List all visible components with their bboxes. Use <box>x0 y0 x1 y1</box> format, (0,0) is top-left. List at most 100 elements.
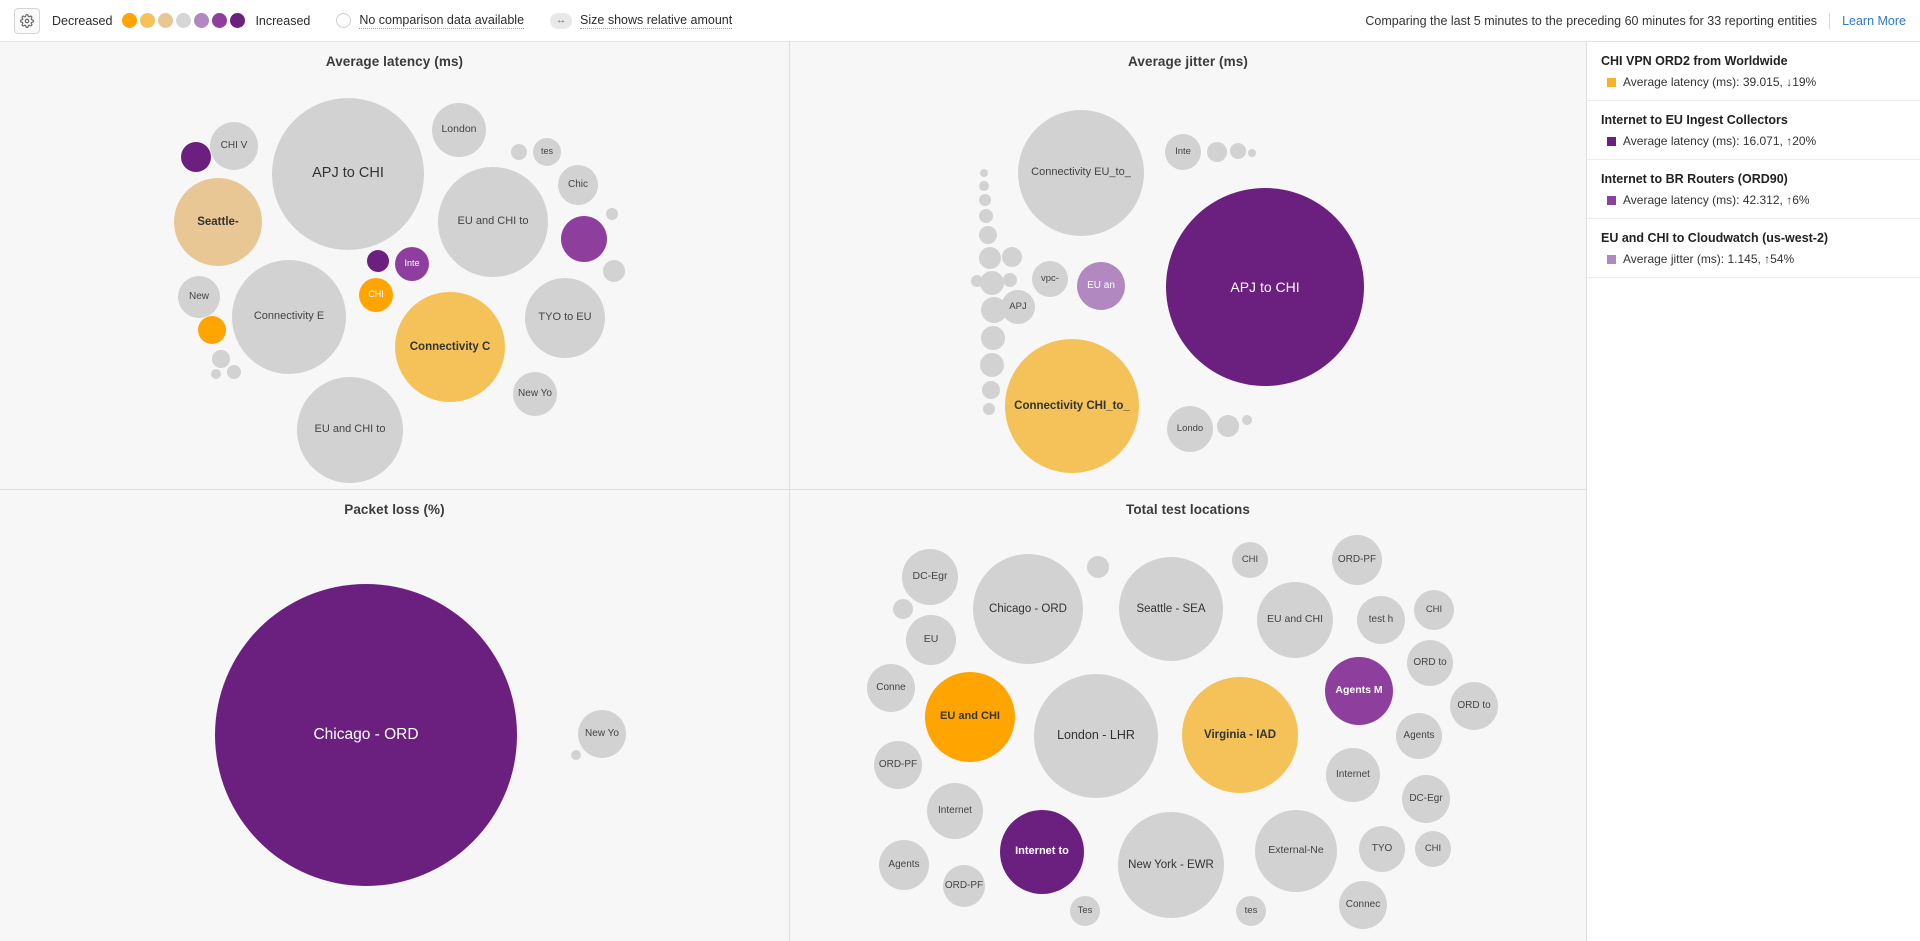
bubble-unlabeled[interactable] <box>211 369 221 379</box>
bubble[interactable]: DC-Egr <box>1402 775 1450 823</box>
bubble[interactable]: EU an <box>1077 262 1125 310</box>
bubble-unlabeled[interactable] <box>893 599 913 619</box>
bubble[interactable]: ORD to <box>1450 682 1498 730</box>
bubble-unlabeled[interactable] <box>1230 143 1246 159</box>
bubble-unlabeled[interactable] <box>979 209 993 223</box>
bubble-unlabeled[interactable] <box>367 250 389 272</box>
bubble[interactable]: APJ to CHI <box>1166 188 1364 386</box>
bubble-unlabeled[interactable] <box>980 271 1004 295</box>
bubble[interactable]: CHI V <box>210 122 258 170</box>
bubble[interactable]: Inte <box>1165 134 1201 170</box>
bubble[interactable]: EU <box>906 615 956 665</box>
bubble[interactable]: vpc- <box>1032 261 1068 297</box>
bubble-unlabeled[interactable] <box>983 403 995 415</box>
bubble-unlabeled[interactable] <box>982 381 1000 399</box>
bubble[interactable]: Connectivity CHI_to_ <box>1005 339 1139 473</box>
bubble[interactable]: APJ to CHI <box>272 98 424 250</box>
bubble[interactable]: Londo <box>1167 406 1213 452</box>
bubble[interactable]: Agents <box>1396 713 1442 759</box>
bubble[interactable]: Chicago - ORD <box>215 584 517 886</box>
bubble[interactable]: Connec <box>1339 881 1387 929</box>
bubble-label: Connectivity E <box>253 310 325 323</box>
bubble[interactable]: Tes <box>1070 896 1100 926</box>
bubble-unlabeled[interactable] <box>181 142 211 172</box>
bubble-label: CHI <box>1241 554 1259 566</box>
bubble[interactable]: External-Ne <box>1255 810 1337 892</box>
bubble[interactable]: Conne <box>867 664 915 712</box>
bubble[interactable]: ORD-PF <box>874 741 922 789</box>
bubble-unlabeled[interactable] <box>1242 415 1252 425</box>
insight-item[interactable]: CHI VPN ORD2 from Worldwide Average laten… <box>1587 42 1920 101</box>
bubble[interactable]: TYO <box>1359 826 1405 872</box>
bubble[interactable]: CHI <box>1232 542 1268 578</box>
bubble-unlabeled[interactable] <box>1003 273 1017 287</box>
bubble-unlabeled[interactable] <box>212 350 230 368</box>
bubble-unlabeled[interactable] <box>979 226 997 244</box>
bubble-unlabeled[interactable] <box>1248 149 1256 157</box>
bubble[interactable]: EU and CHI <box>1257 582 1333 658</box>
bubble-unlabeled[interactable] <box>1217 415 1239 437</box>
bubble[interactable]: ORD to <box>1407 640 1453 686</box>
bubble[interactable]: DC-Egr <box>902 549 958 605</box>
bubble-unlabeled[interactable] <box>561 216 607 262</box>
bubble[interactable]: Agents M <box>1325 657 1393 725</box>
bubble-unlabeled[interactable] <box>979 247 1001 269</box>
bubble[interactable]: EU and CHI <box>925 672 1015 762</box>
bubble[interactable]: Internet <box>927 783 983 839</box>
bubble[interactable]: Inte <box>395 247 429 281</box>
bubble-unlabeled[interactable] <box>1002 247 1022 267</box>
bubble-unlabeled[interactable] <box>979 194 991 206</box>
bubble-unlabeled[interactable] <box>971 275 983 287</box>
bubble-unlabeled[interactable] <box>980 169 988 177</box>
bubble[interactable]: ORD-PF <box>943 865 985 907</box>
bubble[interactable]: Connectivity E <box>232 260 346 374</box>
bubble[interactable]: Connectivity EU_to_ <box>1018 110 1144 236</box>
legend-no-comparison-label: No comparison data available <box>359 12 525 29</box>
bubble[interactable]: tes <box>533 138 561 166</box>
bubble-unlabeled[interactable] <box>603 260 625 282</box>
bubble-unlabeled[interactable] <box>979 181 989 191</box>
bubble[interactable]: Chic <box>558 165 598 205</box>
bubble[interactable]: test h <box>1357 596 1405 644</box>
insight-item[interactable]: Internet to BR Routers (ORD90) Average la… <box>1587 160 1920 219</box>
bubble[interactable]: Seattle - SEA <box>1119 557 1223 661</box>
bubble[interactable]: tes <box>1236 896 1266 926</box>
legend-swatch-5 <box>212 13 228 28</box>
bubble[interactable]: TYO to EU <box>525 278 605 358</box>
bubble[interactable]: Internet to <box>1000 810 1084 894</box>
bubble-unlabeled[interactable] <box>981 297 1007 323</box>
status-color-swatch <box>1607 195 1616 205</box>
bubble-unlabeled[interactable] <box>571 750 581 760</box>
bubble[interactable]: EU and CHI to <box>297 377 403 483</box>
bubble[interactable]: Virginia - IAD <box>1182 677 1298 793</box>
bubble-unlabeled[interactable] <box>511 144 527 160</box>
bubble[interactable]: New Yo <box>578 710 626 758</box>
bubble-unlabeled[interactable] <box>1207 142 1227 162</box>
bubble-unlabeled[interactable] <box>606 208 618 220</box>
bubble[interactable]: Connectivity C <box>395 292 505 402</box>
bubble-label: ORD-PF <box>878 758 918 770</box>
bubble-unlabeled[interactable] <box>198 316 226 344</box>
bubble[interactable]: CHI <box>1415 831 1451 867</box>
bubble[interactable]: Agents <box>879 840 929 890</box>
insight-item[interactable]: EU and CHI to Cloudwatch (us-west-2) Aver… <box>1587 219 1920 278</box>
bubble[interactable]: London - LHR <box>1034 674 1158 798</box>
bubble-unlabeled[interactable] <box>980 353 1004 377</box>
bubble[interactable]: New York - EWR <box>1118 812 1224 918</box>
bubble[interactable]: New <box>178 276 220 318</box>
insight-item[interactable]: Internet to EU Ingest Collectors Average … <box>1587 101 1920 160</box>
bubble[interactable]: Internet <box>1326 748 1380 802</box>
learn-more-link[interactable]: Learn More <box>1842 14 1906 28</box>
bubble[interactable]: London <box>432 103 486 157</box>
bubble[interactable]: ORD-PF <box>1332 535 1382 585</box>
bubble-unlabeled[interactable] <box>1087 556 1109 578</box>
bubble-unlabeled[interactable] <box>227 365 241 379</box>
bubble[interactable]: CHI <box>359 278 393 312</box>
bubble[interactable]: Seattle- <box>174 178 262 266</box>
settings-button[interactable] <box>14 7 40 34</box>
bubble[interactable]: Chicago - ORD <box>973 554 1083 664</box>
bubble[interactable]: CHI <box>1414 590 1454 630</box>
bubble-unlabeled[interactable] <box>981 326 1005 350</box>
bubble[interactable]: EU and CHI to <box>438 167 548 277</box>
bubble[interactable]: New Yo <box>513 372 557 416</box>
